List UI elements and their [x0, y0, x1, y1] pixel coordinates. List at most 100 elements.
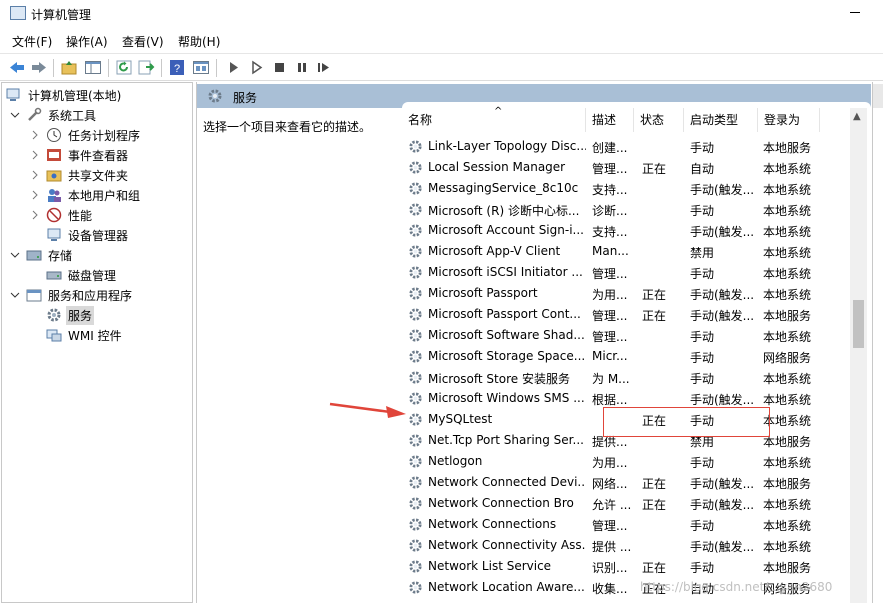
- gear-icon: [409, 518, 422, 531]
- service-row[interactable]: Netlogon 为用... 手动 本地系统: [402, 451, 852, 472]
- gear-icon: [409, 371, 422, 384]
- service-description: 为用...: [592, 456, 628, 470]
- disk-icon: [46, 271, 62, 280]
- device-manager-icon: [47, 228, 61, 241]
- service-name: Local Session Manager: [428, 160, 566, 174]
- forward-arrow-icon[interactable]: [30, 59, 48, 76]
- service-status: 正在: [642, 288, 667, 302]
- tree-item-local-users[interactable]: 本地用户和组: [30, 185, 142, 205]
- start-service-outline-icon[interactable]: [248, 59, 266, 76]
- chevron-right-icon[interactable]: [30, 170, 40, 180]
- service-logon-as: 本地系统: [763, 498, 812, 512]
- tree-item-services[interactable]: 服务: [46, 305, 95, 325]
- tree-item-wmi[interactable]: WMI 控件: [46, 325, 124, 345]
- gear-icon: [409, 266, 422, 279]
- service-row[interactable]: Network Connectivity Ass... 提供 ... 手动(触发..…: [402, 535, 852, 556]
- service-row[interactable]: Microsoft Passport Cont... 管理... 正在 手动(触发..…: [402, 304, 852, 325]
- service-row[interactable]: Microsoft Passport 为用... 正在 手动(触发... 本地系统: [402, 283, 852, 304]
- service-name: Link-Layer Topology Disc...: [428, 139, 586, 153]
- pause-service-icon[interactable]: [293, 59, 311, 76]
- tree-item-root[interactable]: 计算机管理(本地): [6, 85, 123, 105]
- refresh-icon[interactable]: [115, 59, 133, 76]
- service-row[interactable]: Link-Layer Topology Disc... 创建... 手动 本地服务: [402, 136, 852, 157]
- service-row[interactable]: Microsoft Account Sign-i... 支持... 手动(触发...…: [402, 220, 852, 241]
- service-logon-as: 本地服务: [763, 141, 812, 155]
- column-header-logon-as[interactable]: 登录为: [758, 108, 820, 132]
- service-status: 正在: [642, 477, 667, 491]
- gear-icon: [409, 182, 422, 195]
- gear-icon: [409, 560, 422, 573]
- stop-service-icon[interactable]: [270, 59, 288, 76]
- service-row[interactable]: Microsoft Store 安装服务 为 M... 手动 本地系统: [402, 367, 852, 388]
- up-folder-icon[interactable]: [60, 59, 78, 76]
- tree-item-shared-folders[interactable]: 共享文件夹: [30, 165, 130, 185]
- menu-file[interactable]: 文件(F): [12, 33, 52, 50]
- help-icon[interactable]: ?: [168, 59, 186, 76]
- service-row[interactable]: Microsoft Software Shad... 管理... 手动 本地系统: [402, 325, 852, 346]
- service-name: Microsoft Windows SMS ...: [428, 391, 585, 405]
- column-header-description[interactable]: 描述: [586, 108, 634, 132]
- service-logon-as: 本地系统: [763, 393, 812, 407]
- service-row[interactable]: MessagingService_8c10c 支持... 手动(触发... 本地系统: [402, 178, 852, 199]
- column-header-startup-type[interactable]: 启动类型: [684, 108, 758, 132]
- menu-action[interactable]: 操作(A): [66, 33, 108, 50]
- service-logon-as: 本地系统: [763, 414, 812, 428]
- menu-view[interactable]: 查看(V): [122, 33, 164, 50]
- chevron-right-icon[interactable]: [30, 150, 40, 160]
- service-description: 创建...: [592, 141, 628, 155]
- service-row[interactable]: Network Connection Bro 允许 ... 正在 手动(触发... 本地…: [402, 493, 852, 514]
- tree-item-task-scheduler[interactable]: 任务计划程序: [30, 125, 142, 145]
- menu-help[interactable]: 帮助(H): [178, 33, 220, 50]
- services-panel: 服务 选择一个项目来查看它的描述。 名称 ^ 描述 状态 启动类型 登录为 Li…: [196, 82, 871, 603]
- service-row[interactable]: Local Session Manager 管理... 正在 自动 本地系统: [402, 157, 852, 178]
- service-row[interactable]: Microsoft (R) 诊断中心标... 诊断... 手动 本地系统: [402, 199, 852, 220]
- users-icon: [48, 189, 61, 202]
- scroll-up-icon[interactable]: ▲: [853, 111, 861, 122]
- service-logon-as: 本地服务: [763, 477, 812, 491]
- service-startup-type: 手动: [690, 456, 715, 470]
- scroll-thumb[interactable]: [853, 300, 864, 348]
- vertical-scrollbar[interactable]: ▲: [850, 108, 867, 603]
- watermark: https://blog.csdn.net/...yan2680: [640, 580, 833, 594]
- service-row[interactable]: Microsoft Windows SMS ... 根据... 手动(触发... 本地…: [402, 388, 852, 409]
- chevron-right-icon[interactable]: [30, 210, 40, 220]
- chevron-right-icon[interactable]: [30, 130, 40, 140]
- gear-icon: [208, 89, 222, 103]
- service-row[interactable]: Microsoft App-V Client Man... 禁用 本地系统: [402, 241, 852, 262]
- minimize-button[interactable]: [850, 12, 860, 13]
- service-row[interactable]: Network Connections 管理... 手动 本地系统: [402, 514, 852, 535]
- restart-service-icon[interactable]: [315, 59, 333, 76]
- tree-item-system-tools[interactable]: 系统工具: [10, 105, 98, 125]
- service-row[interactable]: Network Connected Devi... 网络... 正在 手动(触发...…: [402, 472, 852, 493]
- tree-item-device-manager[interactable]: 设备管理器: [46, 225, 130, 245]
- export-list-icon[interactable]: [137, 59, 155, 76]
- chevron-down-icon[interactable]: [10, 290, 20, 300]
- service-row[interactable]: Microsoft iSCSI Initiator ... 管理... 手动 本地系统: [402, 262, 852, 283]
- service-name: Microsoft Storage Space...: [428, 349, 586, 363]
- chevron-down-icon[interactable]: [10, 250, 20, 260]
- gear-icon: [409, 308, 422, 321]
- show-hide-tree-icon[interactable]: [84, 59, 102, 76]
- service-startup-type: 手动: [690, 330, 715, 344]
- start-service-icon[interactable]: [225, 59, 243, 76]
- service-status: 正在: [642, 561, 667, 575]
- red-arrow-annotation: [329, 402, 406, 418]
- tree-item-disk-management[interactable]: 磁盘管理: [46, 265, 118, 285]
- tree-item-event-viewer[interactable]: 事件查看器: [30, 145, 130, 165]
- back-arrow-icon[interactable]: [8, 59, 26, 76]
- service-row[interactable]: Network List Service 识别... 正在 手动 本地服务: [402, 556, 852, 577]
- column-header-status[interactable]: 状态: [634, 108, 684, 132]
- service-description: 管理...: [592, 309, 628, 323]
- chevron-down-icon[interactable]: [10, 110, 20, 120]
- service-logon-as: 本地服务: [763, 561, 812, 575]
- tree-item-performance[interactable]: 性能: [30, 205, 94, 225]
- tree-item-storage[interactable]: 存储: [10, 245, 74, 265]
- service-logon-as: 本地系统: [763, 204, 812, 218]
- chevron-right-icon[interactable]: [30, 190, 40, 200]
- tree-item-services-apps[interactable]: 服务和应用程序: [10, 285, 134, 305]
- properties-icon[interactable]: [192, 59, 210, 76]
- shared-folder-icon: [46, 170, 62, 182]
- service-row[interactable]: Microsoft Storage Space... Micr... 手动 网络服务: [402, 346, 852, 367]
- service-name: MessagingService_8c10c: [428, 181, 579, 195]
- service-name: Network List Service: [428, 559, 552, 573]
